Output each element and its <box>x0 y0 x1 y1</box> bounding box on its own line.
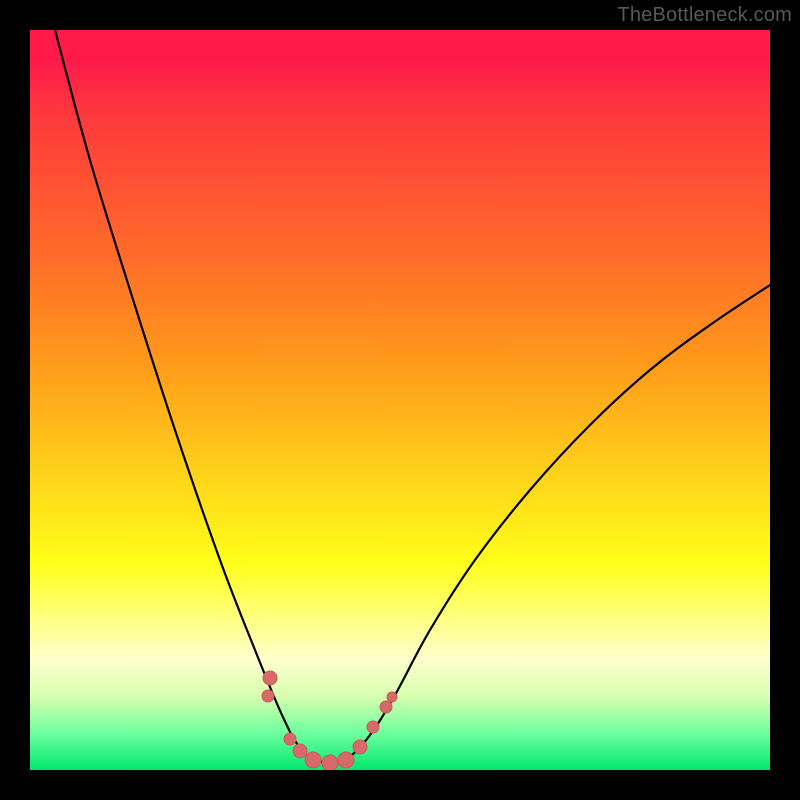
data-marker <box>367 721 379 733</box>
data-marker <box>293 744 307 758</box>
watermark-text: TheBottleneck.com <box>617 4 792 27</box>
data-marker <box>322 755 338 770</box>
curve-right-branch <box>330 285 770 763</box>
data-marker <box>338 752 354 768</box>
curve-left-branch <box>55 30 330 763</box>
chart-frame: TheBottleneck.com <box>0 0 800 800</box>
data-marker <box>387 692 397 702</box>
data-marker <box>262 690 274 702</box>
data-marker <box>305 752 321 768</box>
plot-area <box>30 30 770 770</box>
data-marker <box>353 740 367 754</box>
data-marker <box>380 701 392 713</box>
data-markers <box>262 671 397 770</box>
chart-svg <box>30 30 770 770</box>
data-marker <box>263 671 277 685</box>
data-marker <box>284 733 296 745</box>
